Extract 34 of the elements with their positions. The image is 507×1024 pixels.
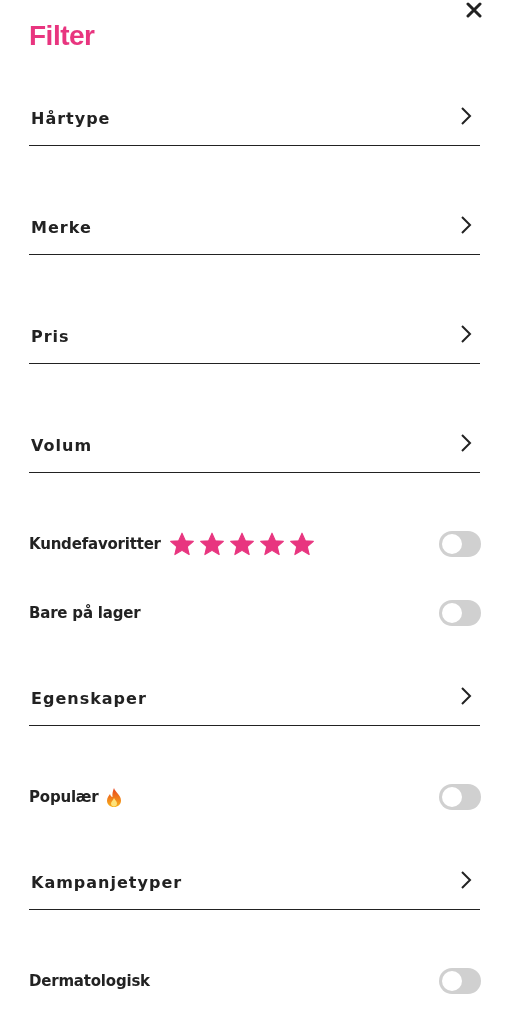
category-label: Kampanjetyper — [31, 872, 183, 892]
toggle-switch[interactable] — [439, 968, 481, 994]
toggle-label: Populær — [29, 788, 99, 806]
star-icon — [288, 531, 315, 557]
category-label: Volum — [31, 435, 93, 455]
chevron-right-icon — [460, 323, 472, 344]
close-button[interactable] — [466, 2, 482, 18]
chevron-right-icon — [460, 432, 472, 453]
chevron-right-icon — [460, 105, 472, 126]
filter-category-row[interactable]: Merke — [29, 201, 480, 255]
toggle-switch[interactable] — [439, 531, 481, 557]
toggle-switch[interactable] — [439, 784, 481, 810]
star-icon — [258, 531, 285, 557]
chevron-right-icon — [460, 685, 472, 706]
category-label: Egenskaper — [31, 688, 147, 708]
filter-category-row[interactable]: Pris — [29, 310, 480, 364]
toggle-label: Bare på lager — [29, 604, 141, 622]
category-label: Hårtype — [31, 108, 111, 128]
close-icon — [466, 2, 482, 18]
filter-category-row[interactable]: Kampanjetyper — [29, 856, 480, 910]
filter-category-row[interactable]: Volum — [29, 419, 480, 473]
star-icon — [198, 531, 225, 557]
toggle-label: Kundefavoritter — [29, 535, 161, 553]
toggle-switch[interactable] — [439, 600, 481, 626]
category-label: Merke — [31, 217, 92, 237]
chevron-right-icon — [460, 214, 472, 235]
star-icon — [168, 531, 195, 557]
category-label: Pris — [31, 326, 70, 346]
filter-category-row[interactable]: Hårtype — [29, 92, 480, 146]
filter-category-row[interactable]: Egenskaper — [29, 672, 480, 726]
star-icon — [228, 531, 255, 557]
chevron-right-icon — [460, 869, 472, 890]
filter-title: Filter — [29, 19, 95, 53]
toggle-label: Dermatologisk — [29, 972, 150, 990]
